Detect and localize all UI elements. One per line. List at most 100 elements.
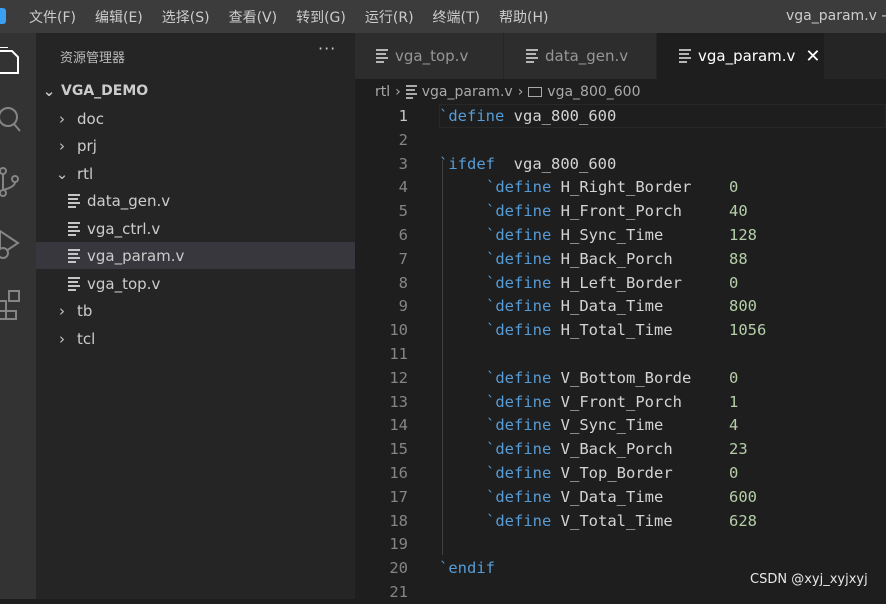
line-number: 18 [389,511,408,530]
line-number: 8 [398,273,408,292]
code-keyword: `define [486,368,552,387]
code-content: `define V_Sync_Time [486,416,663,434]
tab-label: data_gen.v [545,47,629,65]
menu-run[interactable]: 运行(R) [365,7,414,27]
code-line[interactable]: 18 `define V_Total_Time 628 [355,509,886,533]
code-identifier: V_Back_Porch [560,440,673,459]
code-number: 40 [729,202,748,221]
tree-file-data-gen[interactable]: data_gen.v [36,187,355,214]
run-debug-icon[interactable] [0,227,22,259]
menu-view[interactable]: 查看(V) [229,7,278,27]
code-identifier: V_Bottom_Borde [560,368,692,387]
tree-folder-rtl[interactable]: ⌄ rtl [36,160,355,187]
tab-label: vga_top.v [395,47,469,65]
code-line[interactable]: 2 [355,128,886,152]
tree-label: vga_top.v [87,274,161,293]
tree-folder-doc[interactable]: › doc [36,105,355,132]
file-lines-icon [376,47,388,65]
tree-folder-tcl[interactable]: › tcl [36,325,355,352]
more-actions-icon[interactable]: ··· [318,39,336,58]
code-identifier: H_Back_Porch [560,249,673,268]
tab-data-gen[interactable]: data_gen.v [504,33,656,79]
code-content: `define V_Data_Time [486,488,663,506]
code-number: 0 [729,273,739,292]
tree-file-vga-ctrl[interactable]: vga_ctrl.v [36,215,355,242]
line-number: 15 [389,440,408,459]
menu-selection[interactable]: 选择(S) [162,7,210,27]
line-number: 7 [398,249,408,268]
line-number: 14 [389,416,408,435]
tree-folder-prj[interactable]: › prj [36,132,355,159]
code-line[interactable]: 1 `define vga_800_600 [355,104,886,128]
code-content: `define H_Sync_Time [486,226,663,244]
code-line[interactable]: 14 `define V_Sync_Time 4 [355,413,886,437]
code-line[interactable]: 13 `define V_Front_Porch 1 [355,390,886,414]
menu-help[interactable]: 帮助(H) [499,7,548,27]
code-content: `define H_Left_Border [486,274,682,292]
file-lines-icon [68,192,80,210]
code-line[interactable]: 17 `define V_Data_Time 600 [355,485,886,509]
menu-go[interactable]: 转到(G) [296,7,346,27]
code-content: `define H_Total_Time [486,321,673,339]
tree-label: rtl [77,164,94,183]
code-line[interactable]: 11 [355,342,886,366]
menu-terminal[interactable]: 终端(T) [433,7,480,27]
breadcrumb-symbol[interactable]: vga_800_600 [547,84,640,100]
breadcrumb-file[interactable]: vga_param.v [422,84,513,100]
tab-vga-param[interactable]: vga_param.v ✕ [657,33,824,79]
line-number: 17 [389,487,408,506]
code-line[interactable]: 15 `define V_Back_Porch 23 [355,437,886,461]
code-keyword: `define [486,416,552,435]
code-number: 4 [729,416,739,435]
code-identifier: H_Data_Time [560,297,664,316]
code-line[interactable]: 19 [355,532,886,556]
project-name: VGA_DEMO [61,82,149,99]
search-icon[interactable] [0,105,22,133]
chevron-right-icon: › [395,84,401,100]
chevron-right-icon: › [59,329,65,348]
tab-vga-top[interactable]: vga_top.v [355,33,503,79]
code-content: `define vga_800_600 [439,107,616,125]
chevron-right-icon: › [517,84,524,100]
line-number: 13 [389,392,408,411]
code-keyword: `define [486,297,552,316]
code-editor[interactable]: 1 `define vga_800_600 2 3 `ifdef vga_800_600… [355,104,886,601]
watermark: CSDN @xyj_xyjxyj [750,572,868,587]
code-content: `define V_Front_Porch [486,393,682,411]
explorer-icon[interactable] [0,47,22,75]
chevron-down-icon: ⌄ [55,164,69,183]
code-line[interactable]: 9 `define H_Data_Time 800 [355,294,886,318]
code-line[interactable]: 12 `define V_Bottom_Borde 0 [355,366,886,390]
code-keyword: `define [486,511,552,530]
code-keyword: `endif [439,559,495,578]
code-line[interactable]: 5 `define H_Front_Porch 40 [355,199,886,223]
breadcrumb-folder[interactable]: rtl [375,84,390,100]
code-line[interactable]: 6 `define H_Sync_Time 128 [355,223,886,247]
code-line[interactable]: 16 `define V_Top_Border 0 [355,461,886,485]
code-line[interactable]: 3 `ifdef vga_800_600 [355,152,886,176]
menu-file[interactable]: 文件(F) [29,7,76,27]
line-number: 20 [389,559,408,578]
code-content: `define V_Bottom_Borde [486,369,691,387]
code-line[interactable]: 4 `define H_Right_Border 0 [355,175,886,199]
tree-folder-tb[interactable]: › tb [36,297,355,324]
code-line[interactable]: 7 `define H_Back_Porch 88 [355,247,886,271]
menu-edit[interactable]: 编辑(E) [95,7,143,27]
line-number: 19 [389,535,408,554]
line-number: 11 [389,345,408,363]
extensions-icon[interactable] [0,287,22,320]
close-icon[interactable]: ✕ [805,46,820,67]
code-identifier: vga_800_600 [513,107,617,125]
tree-file-vga-top[interactable]: vga_top.v [36,270,355,297]
code-keyword: `define [486,464,552,482]
code-number: 0 [729,178,739,197]
file-lines-icon [68,247,80,265]
code-line[interactable]: 10 `define H_Total_Time 1056 [355,318,886,342]
code-line[interactable]: 8 `define H_Left_Border 0 [355,271,886,295]
editor-tab-bar: vga_top.v data_gen.v vga_param.v ✕ [355,33,886,79]
project-root[interactable]: ⌄ VGA_DEMO [36,77,355,104]
line-number: 16 [389,464,408,482]
code-number: 800 [729,297,757,316]
tree-file-vga-param[interactable]: vga_param.v [36,242,355,269]
source-control-icon[interactable] [0,165,22,197]
